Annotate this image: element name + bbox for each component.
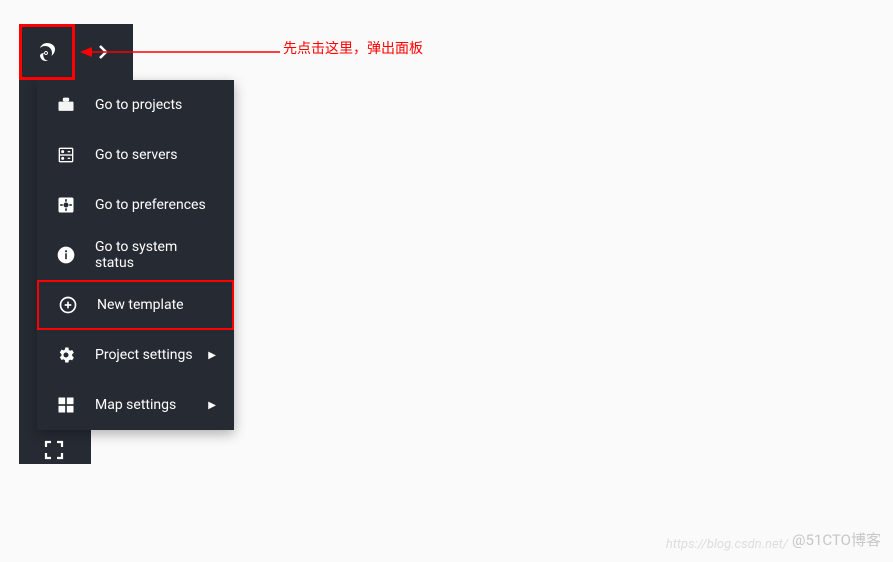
menu-item-new-template[interactable]: New template	[37, 280, 234, 330]
menu-item-label: New template	[97, 297, 214, 313]
info-icon	[55, 244, 77, 266]
annotation-arrow	[80, 46, 280, 58]
menu-item-go-to-system-status[interactable]: Go to system status	[37, 230, 234, 280]
menu-item-label: Go to preferences	[95, 197, 216, 213]
grid-icon	[55, 394, 77, 416]
menu-item-project-settings[interactable]: Project settings▶	[37, 330, 234, 380]
chameleon-logo-icon	[35, 40, 59, 64]
gear-icon	[55, 344, 77, 366]
menu-item-label: Go to servers	[95, 147, 216, 163]
annotation-text: 先点击这里，弹出面板	[283, 38, 423, 58]
menu-item-label: Go to projects	[95, 97, 216, 113]
menu-item-label: Go to system status	[95, 239, 216, 271]
menu-item-go-to-servers[interactable]: Go to servers	[37, 130, 234, 180]
briefcase-icon	[55, 94, 77, 116]
watermark-brand: @51CTO博客	[792, 529, 881, 550]
servers-icon	[55, 144, 77, 166]
menu-item-map-settings[interactable]: Map settings▶	[37, 380, 234, 430]
submenu-arrow-icon: ▶	[208, 350, 216, 361]
fullscreen-icon	[44, 440, 64, 460]
menu-item-go-to-preferences[interactable]: Go to preferences	[37, 180, 234, 230]
submenu-arrow-icon: ▶	[208, 400, 216, 411]
menu-item-go-to-projects[interactable]: Go to projects	[37, 80, 234, 130]
main-menu-panel: Go to projects Go to servers Go to prefere…	[37, 80, 234, 430]
watermark-url: https://blog.csdn.net/	[666, 537, 788, 552]
gear-box-icon	[55, 194, 77, 216]
plus-circle-icon	[57, 294, 79, 316]
menu-item-label: Project settings	[95, 347, 208, 363]
menu-item-label: Map settings	[95, 397, 208, 413]
fullscreen-button[interactable]	[44, 440, 64, 460]
app-logo-button[interactable]	[19, 24, 75, 80]
